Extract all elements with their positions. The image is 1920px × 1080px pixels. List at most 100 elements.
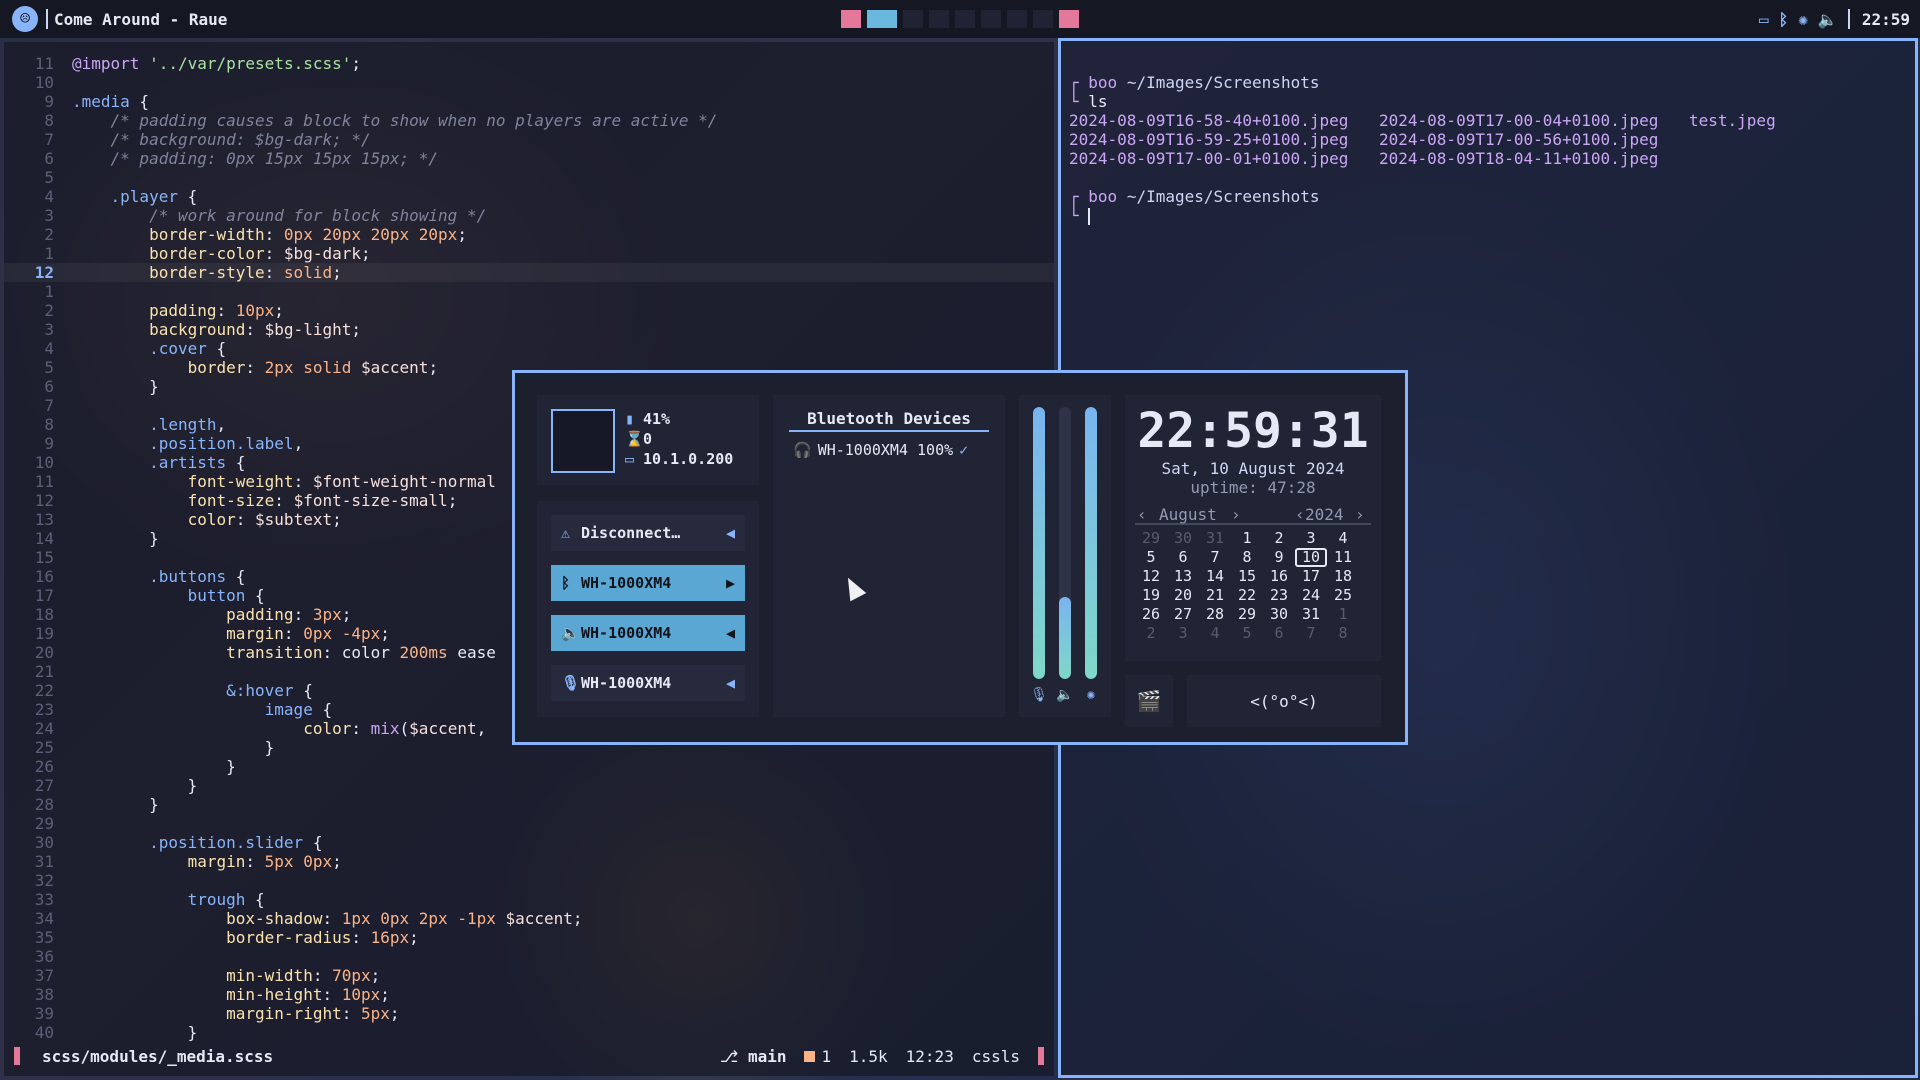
calendar-day[interactable]: 3 bbox=[1167, 624, 1199, 643]
code-line[interactable]: 30 .position.slider { bbox=[4, 833, 1054, 852]
calendar-day[interactable]: 12 bbox=[1135, 567, 1167, 586]
calendar-day[interactable]: 7 bbox=[1199, 548, 1231, 567]
calendar-day[interactable]: 1 bbox=[1231, 529, 1263, 548]
kaomoji-panel[interactable]: <(°o°<) bbox=[1187, 675, 1381, 727]
calendar-day[interactable]: 8 bbox=[1231, 548, 1263, 567]
device-arrow-icon[interactable]: ▶ bbox=[726, 574, 735, 592]
monitor-icon[interactable]: ▭ bbox=[1759, 10, 1769, 29]
code-line[interactable]: 3 /* work around for block showing */ bbox=[4, 206, 1054, 225]
calendar-day[interactable]: 23 bbox=[1263, 586, 1295, 605]
device-toggle-2[interactable]: ᛒ WH-1000XM4 ▶ bbox=[551, 565, 745, 601]
mic-slider[interactable] bbox=[1033, 407, 1045, 679]
prev-month-button[interactable]: ‹ bbox=[1137, 505, 1147, 524]
calendar-day[interactable]: 30 bbox=[1263, 605, 1295, 624]
code-line[interactable]: 4 .cover { bbox=[4, 339, 1054, 358]
code-line[interactable]: 11 @import '../var/presets.scss'; bbox=[4, 54, 1054, 73]
calendar-day[interactable]: 29 bbox=[1135, 529, 1167, 548]
code-line[interactable]: 33 trough { bbox=[4, 890, 1054, 909]
code-line[interactable]: 6 /* padding: 0px 15px 15px 15px; */ bbox=[4, 149, 1054, 168]
calendar-day[interactable]: 6 bbox=[1167, 548, 1199, 567]
calendar-day[interactable]: 28 bbox=[1199, 605, 1231, 624]
calendar-day[interactable]: 22 bbox=[1231, 586, 1263, 605]
calendar-day[interactable]: 5 bbox=[1135, 548, 1167, 567]
distro-logo-icon[interactable]: ☹ bbox=[12, 6, 38, 32]
brightness-icon[interactable]: ✺ bbox=[1798, 10, 1808, 29]
input-line[interactable]: └ bbox=[1069, 206, 1809, 225]
code-line[interactable]: 28 } bbox=[4, 795, 1054, 814]
code-line[interactable]: 9 .media { bbox=[4, 92, 1054, 111]
code-line[interactable]: 7 /* background: $bg-dark; */ bbox=[4, 130, 1054, 149]
code-line[interactable]: 37 min-width: 70px; bbox=[4, 966, 1054, 985]
calendar-day[interactable]: 8 bbox=[1327, 624, 1359, 643]
calendar-day[interactable]: 4 bbox=[1199, 624, 1231, 643]
code-line[interactable]: 27 } bbox=[4, 776, 1054, 795]
workspace-4[interactable] bbox=[929, 10, 949, 28]
calendar-day[interactable]: 1 bbox=[1327, 605, 1359, 624]
bar-clock[interactable]: 22:59 bbox=[1862, 10, 1910, 29]
calendar-day-today[interactable]: 10 bbox=[1295, 548, 1327, 567]
code-line[interactable]: 40 } bbox=[4, 1023, 1054, 1042]
volume-icon[interactable]: 🔈 bbox=[1818, 10, 1838, 29]
calendar-day[interactable]: 17 bbox=[1295, 567, 1327, 586]
device-arrow-icon[interactable]: ◀ bbox=[726, 674, 735, 692]
calendar-day[interactable]: 14 bbox=[1199, 567, 1231, 586]
code-line[interactable]: 3 background: $bg-light; bbox=[4, 320, 1054, 339]
calendar-day[interactable]: 26 bbox=[1135, 605, 1167, 624]
calendar-day[interactable]: 21 bbox=[1199, 586, 1231, 605]
code-line[interactable]: 36 bbox=[4, 947, 1054, 966]
workspace-3[interactable] bbox=[903, 10, 923, 28]
calendar-day[interactable]: 24 bbox=[1295, 586, 1327, 605]
code-line[interactable]: 1 border-color: $bg-dark; bbox=[4, 244, 1054, 263]
calendar-day[interactable]: 29 bbox=[1231, 605, 1263, 624]
workspace-8[interactable] bbox=[1033, 10, 1053, 28]
bluetooth-device-item[interactable]: 🎧 WH-1000XM4 100% ✓ bbox=[793, 441, 968, 459]
device-toggle-1[interactable]: ⚠ Disconnect… ◀ bbox=[551, 515, 745, 551]
calendar-day[interactable]: 3 bbox=[1295, 529, 1327, 548]
calendar-day[interactable]: 19 bbox=[1135, 586, 1167, 605]
calendar-day[interactable]: 9 bbox=[1263, 548, 1295, 567]
code-line[interactable]: 2 padding: 10px; bbox=[4, 301, 1054, 320]
calendar-day[interactable]: 15 bbox=[1231, 567, 1263, 586]
calendar-day[interactable]: 11 bbox=[1327, 548, 1359, 567]
calendar-day[interactable]: 2 bbox=[1135, 624, 1167, 643]
calendar-day[interactable]: 25 bbox=[1327, 586, 1359, 605]
bluetooth-icon[interactable]: ᛒ bbox=[1779, 10, 1789, 29]
device-toggle-3[interactable]: 🔈 WH-1000XM4 ◀ bbox=[551, 615, 745, 651]
calendar-day[interactable]: 2 bbox=[1263, 529, 1295, 548]
next-year-button[interactable]: › bbox=[1355, 505, 1365, 524]
device-toggle-4[interactable]: 🎙 WH-1000XM4 ◀ bbox=[551, 665, 745, 701]
workspace-2[interactable] bbox=[867, 10, 897, 28]
calendar-day[interactable]: 5 bbox=[1231, 624, 1263, 643]
calendar-day[interactable]: 4 bbox=[1327, 529, 1359, 548]
calendar-day[interactable]: 6 bbox=[1263, 624, 1295, 643]
media-button[interactable]: 🎬 bbox=[1125, 675, 1173, 727]
calendar-day[interactable]: 30 bbox=[1167, 529, 1199, 548]
code-line[interactable]: 38 min-height: 10px; bbox=[4, 985, 1054, 1004]
next-month-button[interactable]: › bbox=[1231, 505, 1241, 524]
workspace-9[interactable] bbox=[1059, 10, 1079, 28]
code-line[interactable]: 12 border-style: solid; bbox=[4, 263, 1054, 282]
code-line[interactable]: 2 border-width: 0px 20px 20px 20px; bbox=[4, 225, 1054, 244]
code-line[interactable]: 32 bbox=[4, 871, 1054, 890]
code-line[interactable]: 35 border-radius: 16px; bbox=[4, 928, 1054, 947]
calendar-day[interactable]: 13 bbox=[1167, 567, 1199, 586]
calendar-day[interactable]: 31 bbox=[1295, 605, 1327, 624]
code-line[interactable]: 10 bbox=[4, 73, 1054, 92]
calendar-day[interactable]: 18 bbox=[1327, 567, 1359, 586]
code-line[interactable]: 34 box-shadow: 1px 0px 2px -1px $accent; bbox=[4, 909, 1054, 928]
code-line[interactable]: 1 bbox=[4, 282, 1054, 301]
workspace-7[interactable] bbox=[1007, 10, 1027, 28]
device-arrow-icon[interactable]: ◀ bbox=[726, 624, 735, 642]
workspace-1[interactable] bbox=[841, 10, 861, 28]
calendar-day[interactable]: 20 bbox=[1167, 586, 1199, 605]
code-line[interactable]: 26 } bbox=[4, 757, 1054, 776]
calendar-day[interactable]: 27 bbox=[1167, 605, 1199, 624]
code-line[interactable]: 39 margin-right: 5px; bbox=[4, 1004, 1054, 1023]
calendar-day[interactable]: 31 bbox=[1199, 529, 1231, 548]
device-arrow-icon[interactable]: ◀ bbox=[726, 524, 735, 542]
code-line[interactable]: 31 margin: 5px 0px; bbox=[4, 852, 1054, 871]
brightness-slider[interactable] bbox=[1085, 407, 1097, 679]
code-line[interactable]: 5 bbox=[4, 168, 1054, 187]
code-line[interactable]: 29 bbox=[4, 814, 1054, 833]
workspace-5[interactable] bbox=[955, 10, 975, 28]
